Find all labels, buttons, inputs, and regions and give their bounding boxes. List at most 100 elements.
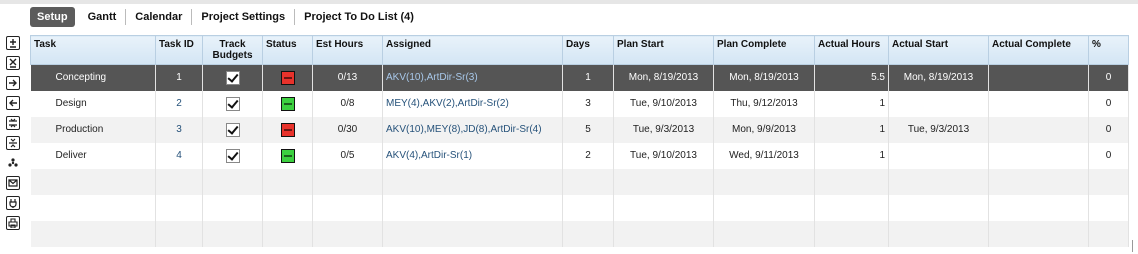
empty-row[interactable] <box>30 220 1129 247</box>
track-budgets-cell <box>202 142 263 169</box>
task-id: 4 <box>155 142 203 169</box>
col-task[interactable]: Task <box>30 35 156 65</box>
col-plan-start[interactable]: Plan Start <box>613 35 714 65</box>
add-row-icon[interactable] <box>6 36 20 50</box>
plan-start[interactable]: Tue, 9/3/2013 <box>613 116 714 143</box>
days[interactable]: 3 <box>562 90 614 117</box>
est-hours[interactable]: 0/30 <box>312 116 383 143</box>
task-id: 2 <box>155 90 203 117</box>
plug-icon[interactable] <box>6 196 20 210</box>
percent[interactable]: 0 <box>1088 116 1129 143</box>
plan-complete[interactable]: Thu, 9/12/2013 <box>713 90 815 117</box>
col-days[interactable]: Days <box>562 35 614 65</box>
status-cell <box>262 90 313 117</box>
actual-hours[interactable]: 1 <box>814 90 889 117</box>
est-hours[interactable]: 0/8 <box>312 90 383 117</box>
days[interactable]: 5 <box>562 116 614 143</box>
track-budgets-checkbox[interactable] <box>225 70 240 85</box>
actual-hours[interactable]: 5.5 <box>814 64 889 91</box>
track-budgets-cell <box>202 64 263 91</box>
percent[interactable]: 0 <box>1088 142 1129 169</box>
track-budgets-checkbox[interactable] <box>225 96 240 111</box>
actual-complete[interactable] <box>988 64 1089 91</box>
status-cell <box>262 64 313 91</box>
assigned[interactable]: AKV(4),ArtDir-Sr(1) <box>382 142 563 169</box>
actual-complete[interactable] <box>988 142 1089 169</box>
table-row[interactable]: Concepting 1 0/13 AKV(10),ArtDir-Sr(3) 1… <box>30 64 1129 91</box>
task-id: 3 <box>155 116 203 143</box>
col-assigned[interactable]: Assigned <box>382 35 563 65</box>
est-hours[interactable]: 0/5 <box>312 142 383 169</box>
actual-start[interactable]: Mon, 8/19/2013 <box>888 64 989 91</box>
outdent-icon[interactable] <box>6 96 20 110</box>
task-id: 1 <box>155 64 203 91</box>
est-hours[interactable]: 0/13 <box>312 64 383 91</box>
vertical-scrollbar[interactable] <box>1132 240 1138 252</box>
col-actual-hours[interactable]: Actual Hours <box>814 35 889 65</box>
col-actual-complete[interactable]: Actual Complete <box>988 35 1089 65</box>
delete-row-icon[interactable] <box>6 56 20 70</box>
percent[interactable]: 0 <box>1088 90 1129 117</box>
plan-start[interactable]: Tue, 9/10/2013 <box>613 142 714 169</box>
track-budgets-cell <box>202 116 263 143</box>
assigned[interactable]: AKV(10),MEY(8),JD(8),ArtDir-Sr(4) <box>382 116 563 143</box>
actual-start[interactable]: Tue, 9/3/2013 <box>888 116 989 143</box>
tab-setup[interactable]: Setup <box>30 7 75 27</box>
status-indicator-icon <box>280 70 295 85</box>
days[interactable]: 2 <box>562 142 614 169</box>
table-row[interactable]: Production 3 0/30 AKV(10),MEY(8),JD(8),A… <box>30 116 1129 143</box>
print-icon[interactable] <box>6 216 20 230</box>
actual-hours[interactable]: 1 <box>814 142 889 169</box>
col-plan-complete[interactable]: Plan Complete <box>713 35 815 65</box>
assigned[interactable]: MEY(4),AKV(2),ArtDir-Sr(2) <box>382 90 563 117</box>
top-strip <box>0 0 1138 4</box>
col-task-id[interactable]: Task ID <box>155 35 203 65</box>
col-actual-start[interactable]: Actual Start <box>888 35 989 65</box>
task-grid: Task Task ID Track Budgets Status Est Ho… <box>30 35 1129 247</box>
header-row: Task Task ID Track Budgets Status Est Ho… <box>30 35 1129 65</box>
track-budgets-checkbox[interactable] <box>225 122 240 137</box>
plan-complete[interactable]: Mon, 8/19/2013 <box>713 64 815 91</box>
actual-complete[interactable] <box>988 116 1089 143</box>
network-icon[interactable] <box>6 156 20 170</box>
plan-start[interactable]: Tue, 9/10/2013 <box>613 90 714 117</box>
tab-project-settings[interactable]: Project Settings <box>192 9 296 25</box>
email-icon[interactable] <box>6 176 20 190</box>
side-toolbar <box>4 36 24 236</box>
col-status[interactable]: Status <box>262 35 313 65</box>
col-percent[interactable]: % <box>1088 35 1129 65</box>
status-cell <box>262 142 313 169</box>
col-track-budgets[interactable]: Track Budgets <box>202 35 263 65</box>
tab-bar: Setup Gantt Calendar Project Settings Pr… <box>30 6 423 28</box>
expand-icon[interactable] <box>6 116 20 130</box>
track-budgets-checkbox[interactable] <box>225 148 240 163</box>
status-indicator-icon <box>280 122 295 137</box>
tab-calendar[interactable]: Calendar <box>126 9 193 25</box>
indent-icon[interactable] <box>6 76 20 90</box>
actual-start[interactable] <box>888 142 989 169</box>
tab-gantt[interactable]: Gantt <box>79 9 127 25</box>
empty-row[interactable] <box>30 194 1129 221</box>
plan-complete[interactable]: Wed, 9/11/2013 <box>713 142 815 169</box>
tab-project-todo-list[interactable]: Project To Do List (4) <box>295 9 423 25</box>
days[interactable]: 1 <box>562 64 614 91</box>
actual-complete[interactable] <box>988 90 1089 117</box>
collapse-icon[interactable] <box>6 136 20 150</box>
task-name[interactable]: Design <box>30 90 156 117</box>
plan-complete[interactable]: Mon, 9/9/2013 <box>713 116 815 143</box>
task-name[interactable]: Production <box>30 116 156 143</box>
track-budgets-cell <box>202 90 263 117</box>
status-cell <box>262 116 313 143</box>
table-row[interactable]: Deliver 4 0/5 AKV(4),ArtDir-Sr(1) 2 Tue,… <box>30 142 1129 169</box>
plan-start[interactable]: Mon, 8/19/2013 <box>613 64 714 91</box>
actual-start[interactable] <box>888 90 989 117</box>
percent[interactable]: 0 <box>1088 64 1129 91</box>
task-name[interactable]: Concepting <box>30 64 156 91</box>
empty-row[interactable] <box>30 168 1129 195</box>
status-indicator-icon <box>280 148 295 163</box>
task-name[interactable]: Deliver <box>30 142 156 169</box>
col-est-hours[interactable]: Est Hours <box>312 35 383 65</box>
assigned[interactable]: AKV(10),ArtDir-Sr(3) <box>382 64 563 91</box>
actual-hours[interactable]: 1 <box>814 116 889 143</box>
table-row[interactable]: Design 2 0/8 MEY(4),AKV(2),ArtDir-Sr(2) … <box>30 90 1129 117</box>
